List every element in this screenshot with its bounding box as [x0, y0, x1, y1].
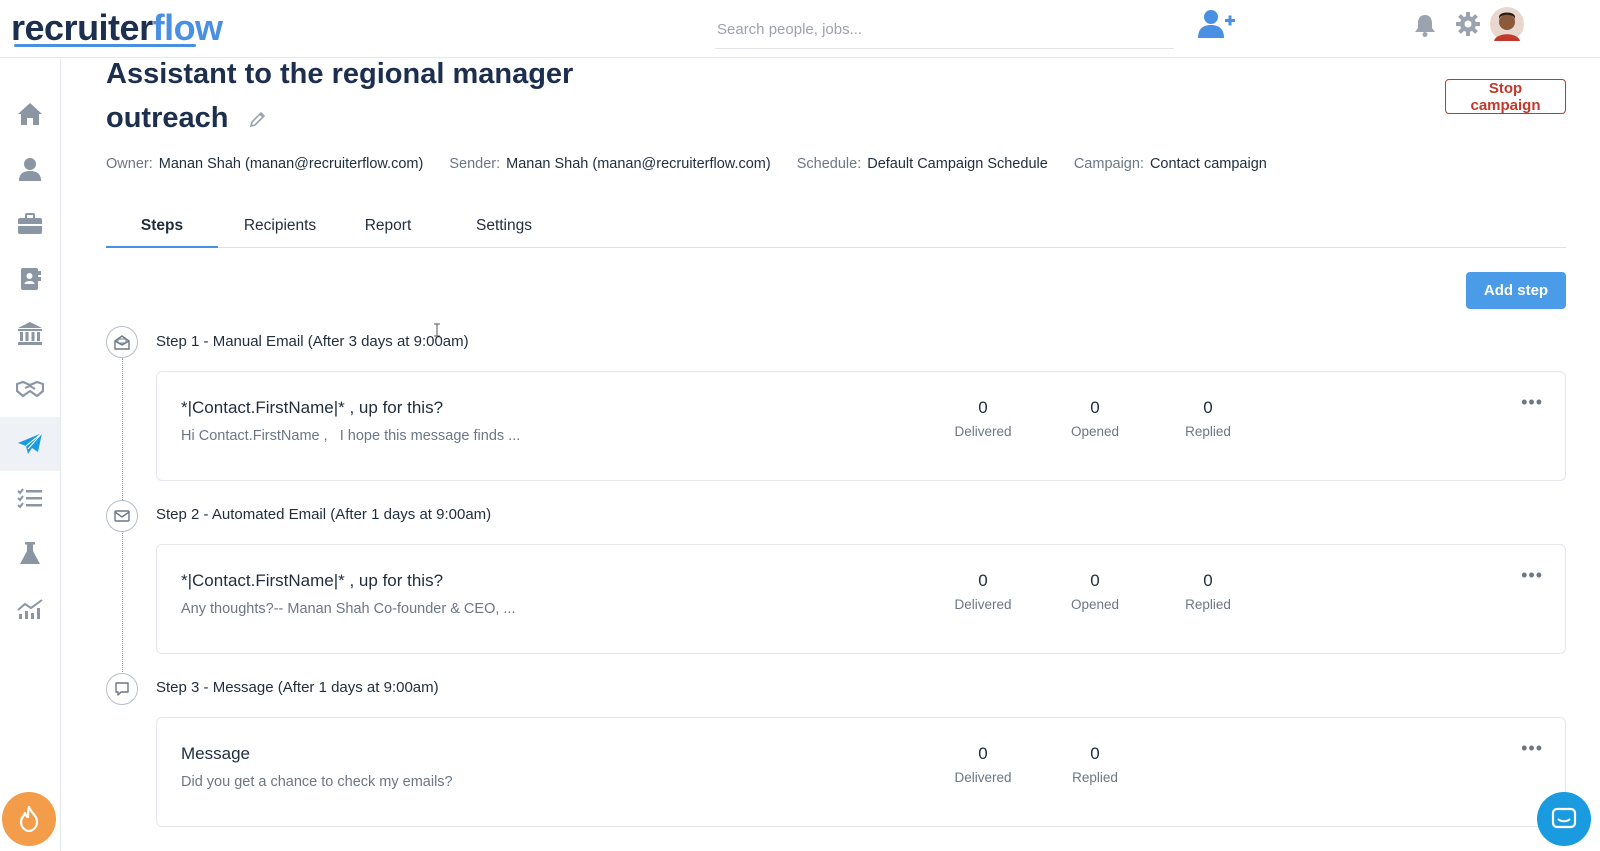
add-step-button[interactable]: Add step — [1466, 272, 1566, 309]
step-2-subject: *|Contact.FirstName|* , up for this? — [181, 571, 444, 590]
sender-value: Manan Shah (manan@recruiterflow.com) — [506, 156, 771, 172]
stat-label: Opened — [1070, 597, 1120, 612]
contact-book-icon — [21, 268, 41, 290]
stat-value: 0 — [978, 744, 988, 763]
step-3-card[interactable]: Message Did you get a chance to check my… — [156, 717, 1566, 827]
tab-recipients[interactable]: Recipients — [224, 205, 336, 247]
logo-underline — [14, 44, 196, 47]
sidebar-item-contacts[interactable] — [0, 252, 60, 306]
step-3-marker — [106, 673, 138, 705]
stat-label: Delivered — [954, 597, 1012, 612]
stat-label: Replied — [1072, 770, 1118, 785]
more-options-icon[interactable]: ••• — [1521, 392, 1543, 413]
step-1-stat-delivered: 0 Delivered — [928, 398, 1038, 439]
campaign-meta: Owner: Manan Shah (manan@recruiterflow.co… — [106, 156, 1289, 172]
step-1-title: Step 1 - Manual Email (After 3 days at 9… — [156, 333, 469, 350]
pencil-icon[interactable] — [249, 97, 267, 141]
tab-report[interactable]: Report — [338, 205, 438, 247]
step-2-stat-delivered: 0 Delivered — [928, 571, 1038, 612]
step-2-preview: Any thoughts?-- Manan Shah Co-founder & … — [181, 601, 516, 617]
person-icon — [19, 158, 41, 181]
sidebar — [0, 58, 61, 851]
step-1-subject: *|Contact.FirstName|* , up for this? — [181, 398, 444, 417]
analytics-icon — [17, 599, 43, 619]
email-open-icon — [114, 335, 130, 350]
stat-label: Delivered — [954, 770, 1012, 785]
stat-value: 0 — [978, 398, 988, 417]
home-icon — [18, 103, 42, 125]
stat-value: 0 — [978, 571, 988, 590]
sidebar-item-campaigns[interactable] — [0, 417, 60, 471]
search-input[interactable] — [715, 10, 1174, 49]
stat-label: Replied — [1185, 424, 1231, 439]
stat-label: Delivered — [954, 424, 1012, 439]
step-3-title: Step 3 - Message (After 1 days at 9:00am… — [156, 679, 439, 696]
logo-text-recruiter: recruiter — [11, 7, 153, 48]
step-1-preview: Hi Contact.FirstName , I hope this messa… — [181, 428, 521, 444]
sidebar-item-analytics[interactable] — [0, 582, 60, 636]
sender-label: Sender: — [449, 156, 501, 172]
campaign-value: Contact campaign — [1149, 156, 1267, 172]
stat-value: 0 — [1203, 571, 1213, 590]
avatar[interactable] — [1490, 7, 1524, 46]
sidebar-item-deals[interactable] — [0, 362, 60, 416]
chat-bubble-icon — [115, 682, 129, 696]
owner-value: Manan Shah (manan@recruiterflow.com) — [158, 156, 424, 172]
title-line-2: outreach — [106, 102, 229, 134]
chat-support-button[interactable] — [1537, 792, 1591, 846]
sidebar-item-companies[interactable] — [0, 307, 60, 361]
step-1-stat-replied: 0 Replied — [1153, 398, 1263, 439]
step-2-title: Step 2 - Automated Email (After 1 days a… — [156, 506, 492, 523]
stop-campaign-button[interactable]: Stop campaign — [1445, 79, 1566, 114]
envelope-icon — [114, 510, 130, 522]
step-1-stat-opened: 0 Opened — [1040, 398, 1150, 439]
chat-icon — [1551, 807, 1577, 829]
step-3-subject: Message — [181, 744, 250, 763]
stat-label: Opened — [1070, 424, 1120, 439]
flame-icon — [19, 806, 39, 832]
step-2-marker — [106, 500, 138, 532]
stat-value: 0 — [1090, 571, 1100, 590]
stat-label: Replied — [1185, 597, 1231, 612]
top-bar: recruiterflow — [0, 0, 1600, 58]
sidebar-item-people[interactable] — [0, 142, 60, 196]
sidebar-item-lab[interactable] — [0, 527, 60, 581]
sidebar-item-tasks[interactable] — [0, 472, 60, 526]
stat-value: 0 — [1090, 744, 1100, 763]
gear-icon[interactable] — [1456, 12, 1480, 41]
bell-icon[interactable] — [1414, 13, 1436, 42]
step-3-preview: Did you get a chance to check my emails? — [181, 774, 453, 790]
owner-label: Owner: — [106, 156, 153, 172]
step-2-stat-replied: 0 Replied — [1153, 571, 1263, 612]
handshake-icon — [16, 380, 44, 398]
briefcase-icon — [18, 213, 42, 234]
step-3-stat-delivered: 0 Delivered — [928, 744, 1038, 785]
step-2-stat-opened: 0 Opened — [1040, 571, 1150, 612]
more-options-icon[interactable]: ••• — [1521, 565, 1543, 586]
step-2-card[interactable]: *|Contact.FirstName|* , up for this? Any… — [156, 544, 1566, 654]
stat-value: 0 — [1090, 398, 1100, 417]
paper-plane-icon — [18, 432, 43, 454]
campaign-label: Campaign: — [1073, 156, 1144, 172]
sidebar-item-home[interactable] — [0, 87, 60, 141]
step-1-marker — [106, 326, 138, 358]
flask-icon — [20, 542, 40, 564]
more-options-icon[interactable]: ••• — [1521, 738, 1543, 759]
flame-launcher-button[interactable] — [2, 792, 56, 846]
step-1-card[interactable]: *|Contact.FirstName|* , up for this? Hi … — [156, 371, 1566, 481]
checklist-icon — [17, 488, 42, 509]
add-user-icon[interactable] — [1198, 8, 1236, 45]
schedule-label: Schedule: — [796, 156, 862, 172]
stat-value: 0 — [1203, 398, 1213, 417]
logo-text-flow: flow — [152, 7, 223, 48]
title-line-1: Assistant to the regional manager — [106, 58, 574, 90]
sidebar-item-jobs[interactable] — [0, 197, 60, 251]
schedule-value: Default Campaign Schedule — [867, 156, 1048, 172]
bank-icon — [18, 322, 42, 345]
step-3-stat-replied: 0 Replied — [1040, 744, 1150, 785]
tab-settings[interactable]: Settings — [448, 205, 560, 247]
tab-steps[interactable]: Steps — [106, 205, 218, 248]
tab-bar: Steps Recipients Report Settings — [106, 205, 1566, 248]
page-title: Assistant to the regional manager outrea… — [106, 52, 646, 141]
